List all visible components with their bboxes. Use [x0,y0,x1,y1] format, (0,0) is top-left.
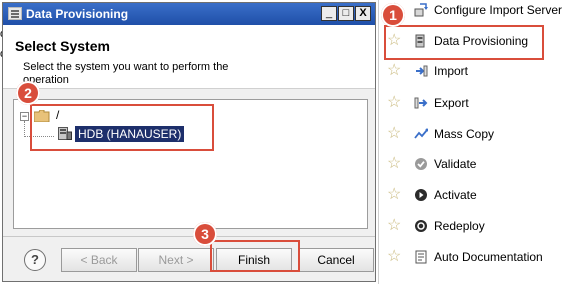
callout-badge-3: 3 [193,222,217,246]
back-button[interactable]: < Back [61,248,137,272]
callout-box-data-provisioning [384,25,544,60]
tool-item-validate[interactable]: ☆ Validate [387,155,575,175]
tool-label: Activate [434,188,477,202]
callout-box-finish [210,240,300,272]
help-button[interactable]: ? [24,249,46,271]
tool-label: Configure Import Server [434,3,563,17]
next-button[interactable]: Next > [138,248,214,272]
favorite-star-icon[interactable]: ☆ [387,187,401,203]
tool-label: Auto Documentation [434,250,543,264]
tool-label: Validate [434,157,477,171]
tool-item-activate[interactable]: ☆ Activate [387,186,575,206]
favorite-star-icon[interactable]: ☆ [387,63,401,79]
validate-icon [415,158,427,170]
tool-label: Export [434,96,469,110]
tool-item-redeploy[interactable]: ☆ Redeploy [387,217,575,237]
wizard-header: Select System Select the system you want… [3,25,375,89]
tool-item-mass-copy[interactable]: ☆ Mass Copy [387,125,575,145]
tool-item-auto-documentation[interactable]: ☆ Auto Documentation [387,248,575,268]
tool-label: Mass Copy [434,127,495,141]
redeploy-icon [415,220,427,232]
activate-icon [415,189,427,201]
favorite-star-icon[interactable]: ☆ [387,249,401,265]
import-server-icon [414,3,428,17]
callout-box-system-tree [30,104,214,151]
import-icon [416,65,428,77]
tool-item-import[interactable]: ☆ Import [387,62,575,82]
page-title: Select System [15,38,110,54]
favorite-star-icon[interactable]: ☆ [387,218,401,234]
favorite-star-icon[interactable]: ☆ [387,126,401,142]
export-icon [414,97,428,109]
tool-label: Redeploy [434,219,485,233]
callout-badge-2: 2 [16,81,40,105]
tool-item-export[interactable]: ☆ Export [387,94,575,114]
callout-badge-1: 1 [381,3,405,27]
footer-divider [3,236,375,237]
window-icon [8,7,22,20]
favorite-star-icon[interactable]: ☆ [387,95,401,111]
tool-label: Import [434,64,469,78]
tool-item-configure-import-server[interactable]: ☆ Configure Import Server [387,1,575,21]
mass-copy-icon [414,128,428,139]
cancel-button[interactable]: Cancel [298,248,374,272]
dialog-title: Data Provisioning [26,7,129,21]
collapse-toggle-icon[interactable]: − [20,112,29,121]
dialog-titlebar[interactable]: Data Provisioning _ □ X [3,3,375,25]
maximize-button[interactable]: □ [338,6,354,21]
auto-documentation-icon [415,250,427,264]
close-button[interactable]: X [355,6,371,21]
page-description: Select the system you want to perform th… [23,61,229,86]
minimize-button[interactable]: _ [321,6,337,21]
favorite-star-icon[interactable]: ☆ [387,156,401,172]
